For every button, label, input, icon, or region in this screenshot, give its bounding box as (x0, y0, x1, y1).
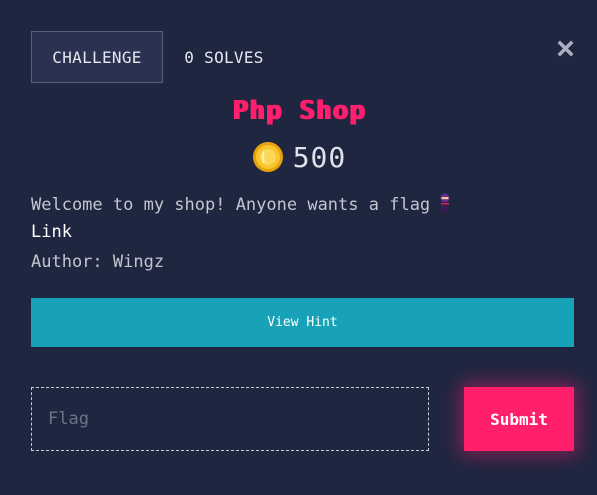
challenge-link[interactable]: Link (31, 222, 72, 242)
challenge-modal: CHALLENGE 0 SOLVES Php Shop 500 Welcome … (0, 0, 597, 495)
challenge-points: 500 (0, 140, 597, 174)
close-icon[interactable] (557, 40, 574, 57)
challenge-author: Author: Wingz (31, 252, 165, 272)
submit-button[interactable]: Submit (464, 387, 574, 451)
challenge-title: Php Shop (231, 96, 366, 126)
points-value: 500 (292, 140, 347, 174)
flag-input[interactable] (31, 387, 429, 451)
challenge-description: Welcome to my shop! Anyone wants a flag (31, 192, 454, 215)
tab-solves[interactable]: 0 SOLVES (163, 31, 281, 83)
tab-challenge[interactable]: CHALLENGE (31, 31, 163, 83)
coin-icon (251, 140, 285, 174)
view-hint-button[interactable]: View Hint (31, 298, 574, 347)
modal-tabs: CHALLENGE 0 SOLVES (31, 31, 281, 83)
ninja-icon (436, 192, 454, 214)
description-text: Welcome to my shop! Anyone wants a flag (31, 195, 431, 215)
